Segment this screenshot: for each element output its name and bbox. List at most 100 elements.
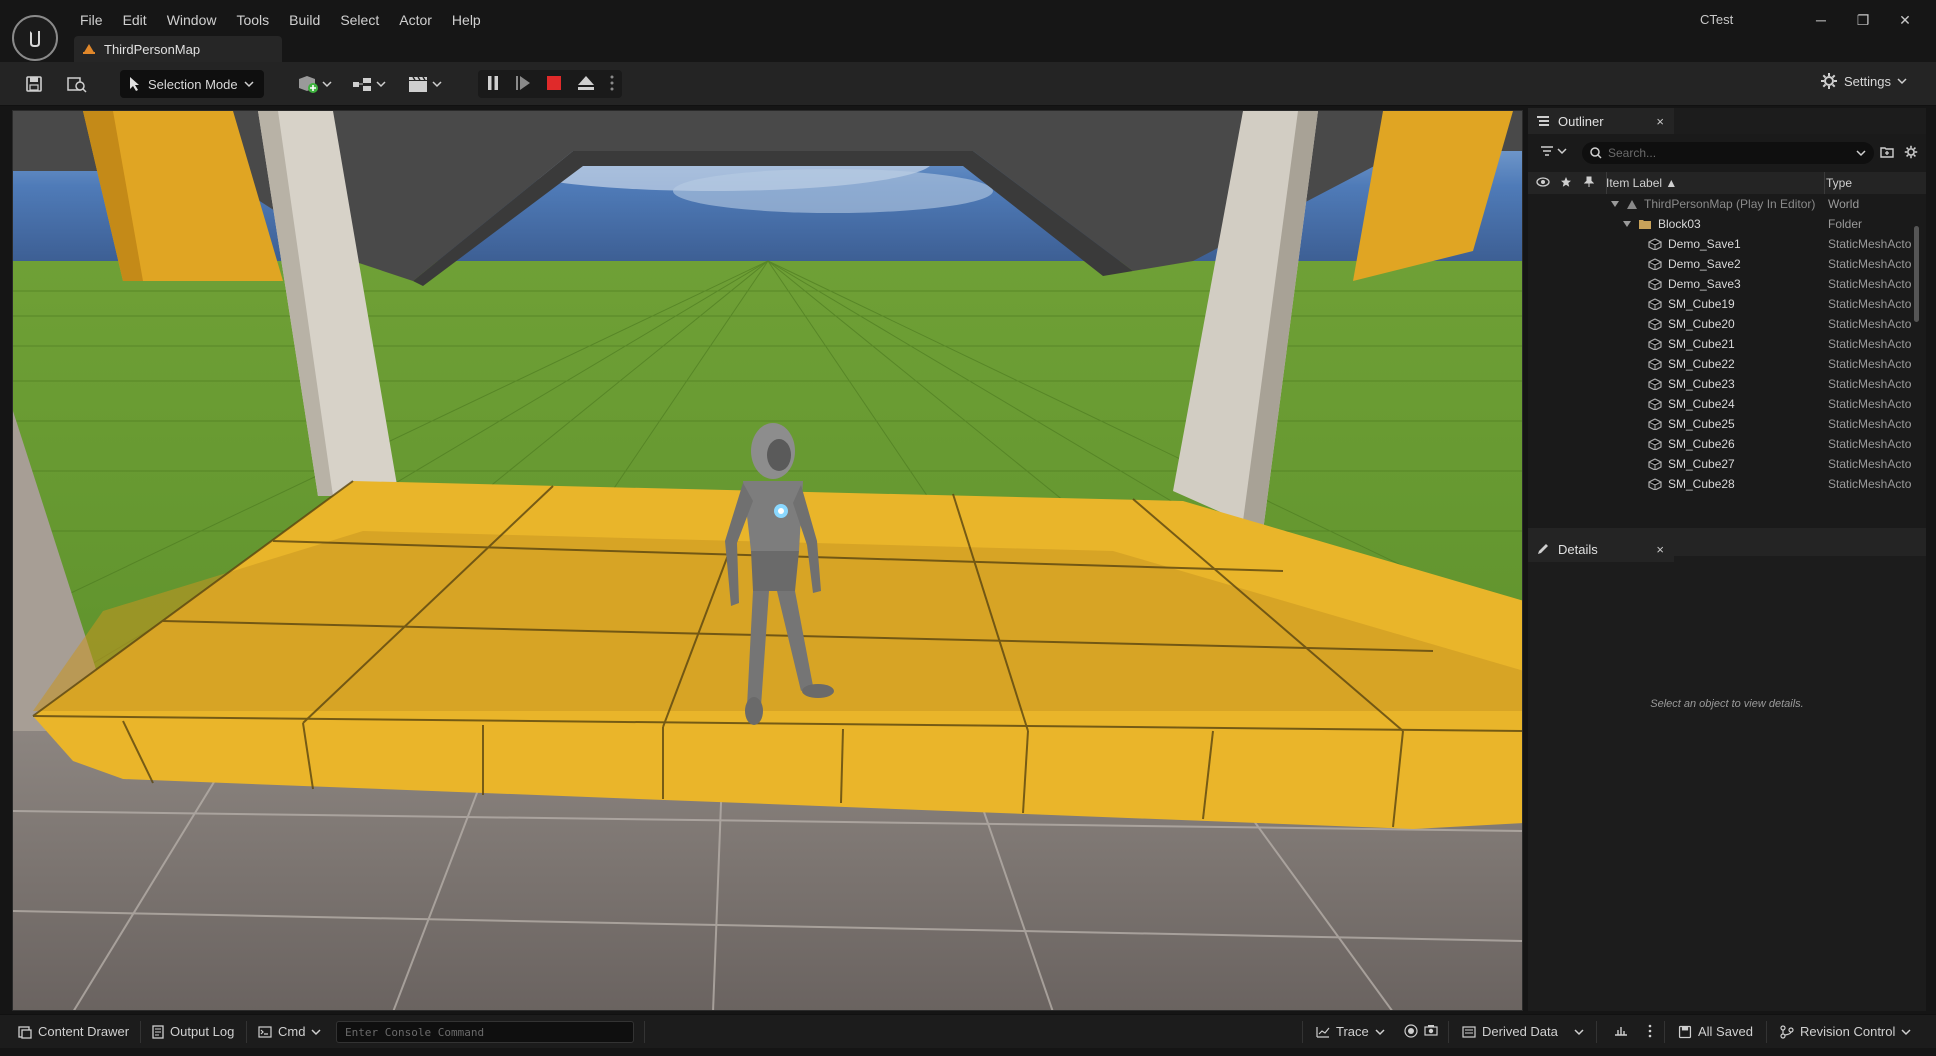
selection-mode-label: Selection Mode xyxy=(148,76,238,92)
menu-window[interactable]: Window xyxy=(157,8,227,32)
minimize-button[interactable]: ─ xyxy=(1800,6,1842,34)
menu-file[interactable]: File xyxy=(70,8,113,32)
pause-button[interactable] xyxy=(486,75,500,94)
tree-row-actor[interactable]: SM_Cube27 StaticMeshActor xyxy=(1528,454,1926,474)
console-command-input[interactable]: Enter Console Command xyxy=(336,1021,634,1043)
cinematics-button[interactable] xyxy=(406,71,444,97)
output-log-button[interactable]: Output Log xyxy=(152,1024,234,1039)
add-folder-button[interactable] xyxy=(1880,146,1894,161)
tree-row-actor[interactable]: SM_Cube24 StaticMeshActor xyxy=(1528,394,1926,414)
tree-row-actor[interactable]: SM_Cube28 StaticMeshActor xyxy=(1528,474,1926,494)
menu-edit[interactable]: Edit xyxy=(113,8,157,32)
revision-control-icon xyxy=(1780,1024,1794,1039)
type-column[interactable]: Type xyxy=(1826,176,1852,190)
static-mesh-icon xyxy=(1648,338,1662,350)
row-label: SM_Cube24 xyxy=(1668,397,1735,411)
visibility-column-icon[interactable] xyxy=(1536,176,1550,190)
level-viewport[interactable] xyxy=(12,110,1523,1011)
chevron-down-icon xyxy=(1574,1028,1584,1035)
outliner-panel: Search... Item Label ▲ Type ThirdPersonM… xyxy=(1528,134,1926,556)
outliner-tab[interactable]: Outliner × xyxy=(1528,108,1674,134)
menu-actor[interactable]: Actor xyxy=(389,8,442,32)
tree-row-folder[interactable]: Block03 Folder xyxy=(1528,214,1926,234)
map-tab[interactable]: ThirdPersonMap xyxy=(74,36,282,62)
close-window-button[interactable]: ✕ xyxy=(1884,6,1926,34)
project-name: CTest xyxy=(1700,12,1734,27)
menu-help[interactable]: Help xyxy=(442,8,491,32)
play-options-button[interactable] xyxy=(610,75,614,94)
menu-select[interactable]: Select xyxy=(330,8,389,32)
row-type: StaticMeshActor xyxy=(1828,457,1912,471)
pin-column-icon[interactable] xyxy=(1583,176,1595,191)
blueprint-button[interactable] xyxy=(350,71,388,97)
browse-button[interactable] xyxy=(64,71,90,97)
source-control-status-button[interactable] xyxy=(1614,1024,1628,1036)
close-icon[interactable]: × xyxy=(1656,542,1664,557)
tree-row-actor[interactable]: Demo_Save3 StaticMeshActor xyxy=(1528,274,1926,294)
settings-button[interactable]: Settings xyxy=(1820,72,1907,90)
tree-row-actor[interactable]: SM_Cube26 StaticMeshActor xyxy=(1528,434,1926,454)
step-button[interactable] xyxy=(515,75,531,94)
item-label-column[interactable]: Item Label ▲ xyxy=(1606,176,1677,190)
tree-row-actor[interactable]: Demo_Save2 StaticMeshActor xyxy=(1528,254,1926,274)
all-saved-button[interactable]: All Saved xyxy=(1678,1024,1753,1039)
step-forward-icon xyxy=(515,75,530,90)
close-icon[interactable]: × xyxy=(1656,114,1664,129)
collapse-arrow-icon[interactable] xyxy=(1610,200,1620,208)
row-type: StaticMeshActor xyxy=(1828,417,1912,431)
outliner-search-row: Search... xyxy=(1528,138,1926,168)
trace-button[interactable]: Trace xyxy=(1316,1024,1385,1039)
more-options-button[interactable] xyxy=(1648,1024,1652,1038)
status-bar: Content Drawer Output Log Cmd Enter Cons… xyxy=(0,1014,1936,1048)
tree-row-actor[interactable]: SM_Cube20 StaticMeshActor xyxy=(1528,314,1926,334)
static-mesh-icon xyxy=(1648,278,1662,290)
tree-row-world[interactable]: ThirdPersonMap (Play In Editor) World xyxy=(1528,194,1926,214)
revision-control-button[interactable]: Revision Control xyxy=(1780,1024,1911,1039)
tree-row-actor[interactable]: Demo_Save1 StaticMeshActor xyxy=(1528,234,1926,254)
content-drawer-icon xyxy=(18,1025,32,1039)
unreal-logo-icon[interactable] xyxy=(12,15,58,61)
static-mesh-icon xyxy=(1648,298,1662,310)
save-button[interactable] xyxy=(22,71,46,97)
stop-button[interactable] xyxy=(546,75,562,94)
more-vertical-icon xyxy=(610,75,614,90)
tree-row-actor[interactable]: SM_Cube21 StaticMeshActor xyxy=(1528,334,1926,354)
derived-data-button[interactable]: Derived Data xyxy=(1462,1024,1584,1039)
screenshot-button[interactable] xyxy=(1424,1024,1438,1036)
collapse-arrow-icon[interactable] xyxy=(1622,220,1632,228)
outliner-settings-button[interactable] xyxy=(1904,145,1918,162)
camera-icon xyxy=(1424,1025,1438,1036)
outliner-search-input[interactable]: Search... xyxy=(1582,142,1874,164)
eject-button[interactable] xyxy=(577,75,595,94)
tree-row-actor[interactable]: SM_Cube22 StaticMeshActor xyxy=(1528,354,1926,374)
chevron-down-icon xyxy=(1901,1028,1911,1035)
filter-button[interactable] xyxy=(1540,146,1568,161)
tree-row-actor[interactable]: SM_Cube23 StaticMeshActor xyxy=(1528,374,1926,394)
console-placeholder: Enter Console Command xyxy=(345,1025,485,1039)
menu-build[interactable]: Build xyxy=(279,8,330,32)
eject-icon xyxy=(578,75,595,90)
output-log-label: Output Log xyxy=(170,1024,235,1039)
menu-tools[interactable]: Tools xyxy=(226,8,279,32)
details-tab[interactable]: Details × xyxy=(1528,536,1674,562)
cmd-dropdown[interactable]: Cmd xyxy=(258,1024,321,1039)
record-button[interactable] xyxy=(1404,1024,1418,1038)
title-bar: File Edit Window Tools Build Select Acto… xyxy=(0,0,1936,62)
restore-button[interactable]: ❐ xyxy=(1842,6,1884,34)
add-actor-button[interactable] xyxy=(296,71,334,97)
selection-mode-dropdown[interactable]: Selection Mode xyxy=(120,70,264,98)
search-placeholder: Search... xyxy=(1608,146,1657,160)
row-type: StaticMeshActor xyxy=(1828,397,1912,411)
derived-data-label: Derived Data xyxy=(1482,1024,1558,1039)
static-mesh-icon xyxy=(1648,438,1662,450)
tree-row-actor[interactable]: SM_Cube19 StaticMeshActor xyxy=(1528,294,1926,314)
static-mesh-icon xyxy=(1648,458,1662,470)
outliner-scrollbar[interactable] xyxy=(1914,226,1919,322)
content-drawer-label: Content Drawer xyxy=(38,1024,130,1039)
grid-icon xyxy=(1615,1027,1627,1036)
map-tab-label: ThirdPersonMap xyxy=(104,41,201,57)
row-label: SM_Cube21 xyxy=(1668,337,1735,351)
content-drawer-button[interactable]: Content Drawer xyxy=(18,1024,129,1039)
favorite-column-icon[interactable] xyxy=(1560,176,1572,191)
tree-row-actor[interactable]: SM_Cube25 StaticMeshActor xyxy=(1528,414,1926,434)
